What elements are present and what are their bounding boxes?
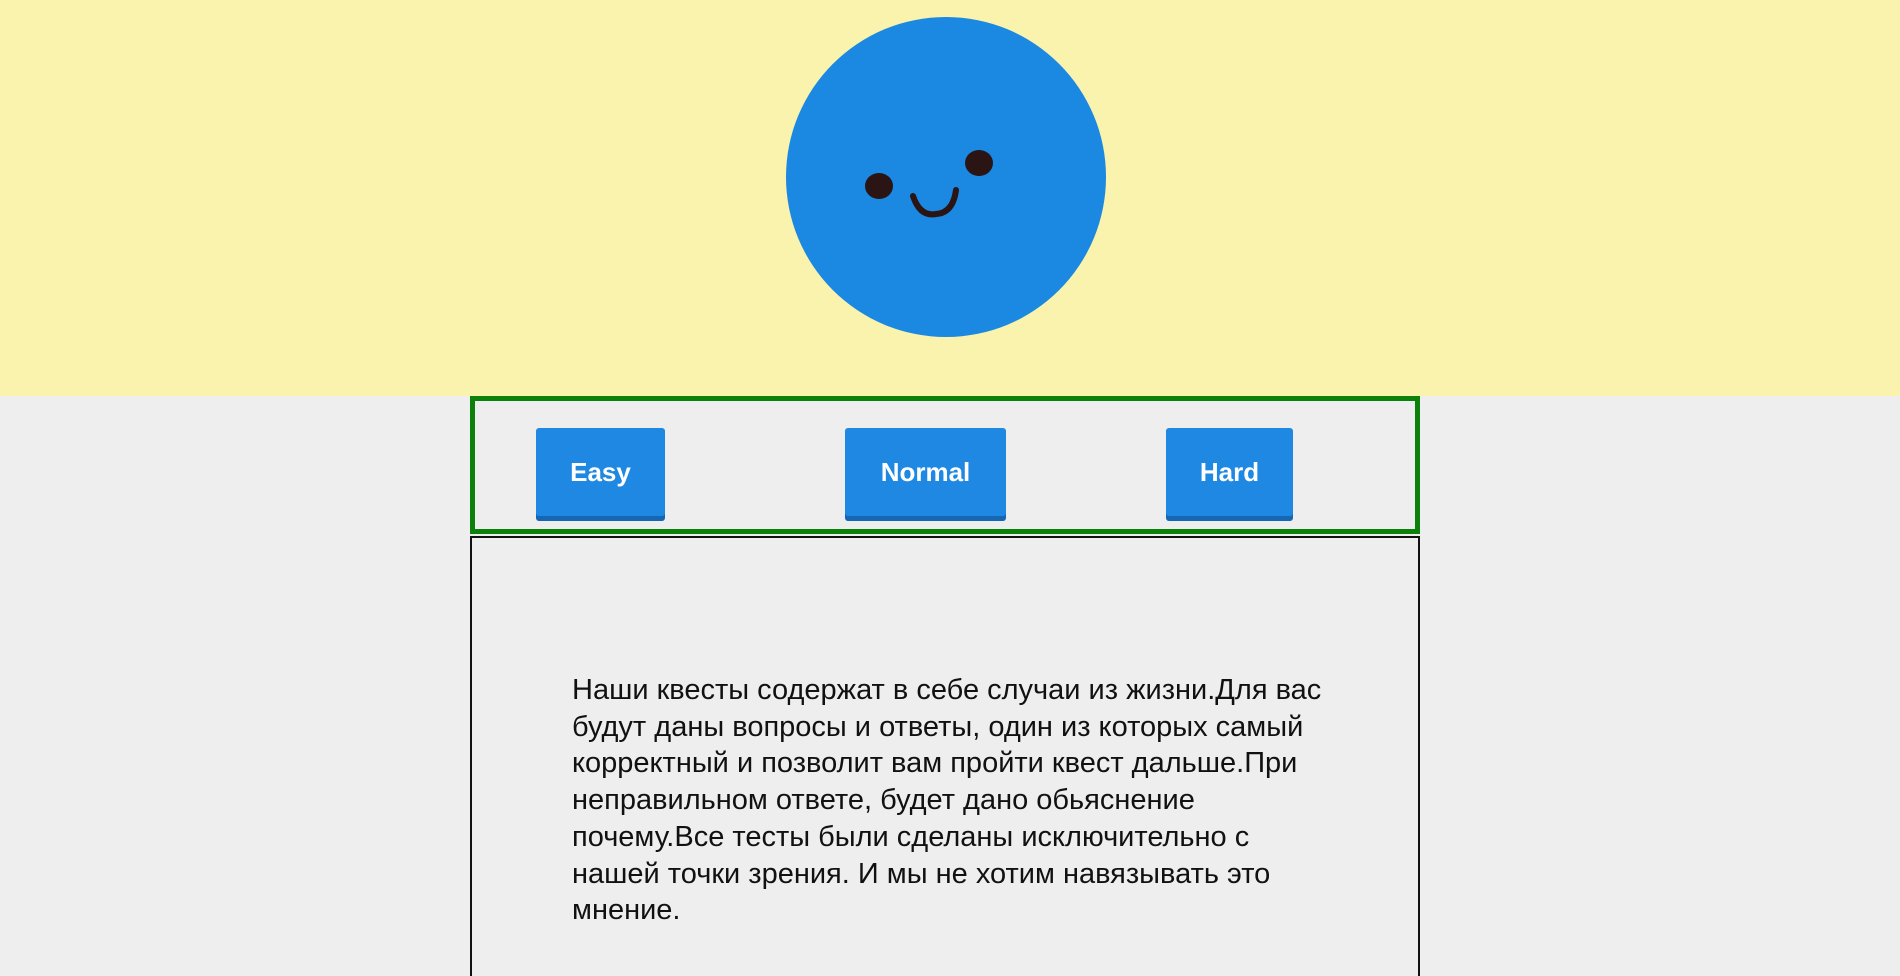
description-panel: Наши квесты содержат в себе случаи из жи… [470,536,1420,976]
normal-button[interactable]: Normal [845,428,1006,516]
right-eye [965,150,993,176]
smiley-face-icon [786,17,1106,337]
easy-button[interactable]: Easy [536,428,665,516]
left-eye [865,173,893,199]
smile-mouth [910,187,959,218]
hero-banner [0,0,1900,396]
hard-button[interactable]: Hard [1166,428,1293,516]
description-text: Наши квесты содержат в себе случаи из жи… [572,674,1322,927]
smiley-face-graphic [865,150,993,218]
difficulty-selector: Easy Normal Hard [470,396,1420,534]
